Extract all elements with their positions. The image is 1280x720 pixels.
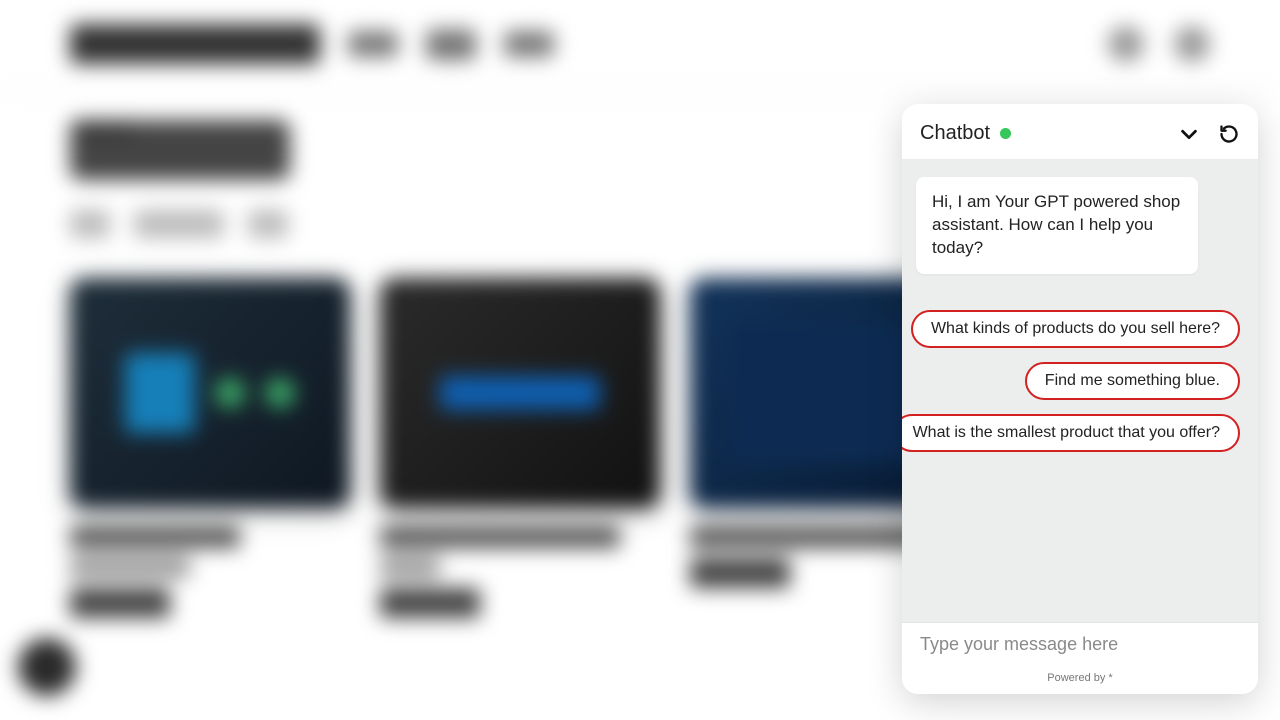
suggested-prompts: What kinds of products do you sell here?… (916, 310, 1244, 452)
refresh-icon (1219, 124, 1239, 144)
bot-message: Hi, I am Your GPT powered shop assistant… (916, 177, 1198, 274)
suggested-prompt[interactable]: What kinds of products do you sell here? (911, 310, 1240, 348)
chevron-down-icon (1178, 123, 1200, 145)
filter-chip (134, 210, 224, 238)
suggested-prompt[interactable]: Find me something blue. (1025, 362, 1240, 400)
nav-item (504, 31, 554, 57)
product-card (380, 278, 660, 618)
site-logo (70, 24, 320, 64)
page-title: Products (70, 120, 290, 180)
chat-input[interactable] (918, 633, 1246, 656)
chat-input-area (902, 622, 1258, 666)
powered-by-label: Powered by * (902, 666, 1258, 694)
nav-item (348, 31, 398, 57)
chat-title: Chatbot (920, 122, 990, 145)
chat-widget: Chatbot Hi, I am Your GPT powered shop a… (902, 104, 1258, 694)
chat-header: Chatbot (902, 104, 1258, 159)
suggested-prompt[interactable]: What is the smallest product that you of… (902, 414, 1240, 452)
floating-action-button (18, 638, 76, 696)
minimize-button[interactable] (1178, 123, 1200, 145)
chat-messages: Hi, I am Your GPT powered shop assistant… (902, 159, 1258, 622)
product-card (70, 278, 350, 618)
filter-chip (70, 210, 110, 238)
filter-chip (248, 210, 288, 238)
status-indicator-icon (1000, 128, 1011, 139)
reset-button[interactable] (1218, 123, 1240, 145)
search-icon (1108, 26, 1144, 62)
nav-item (426, 29, 476, 59)
cart-icon (1174, 26, 1210, 62)
